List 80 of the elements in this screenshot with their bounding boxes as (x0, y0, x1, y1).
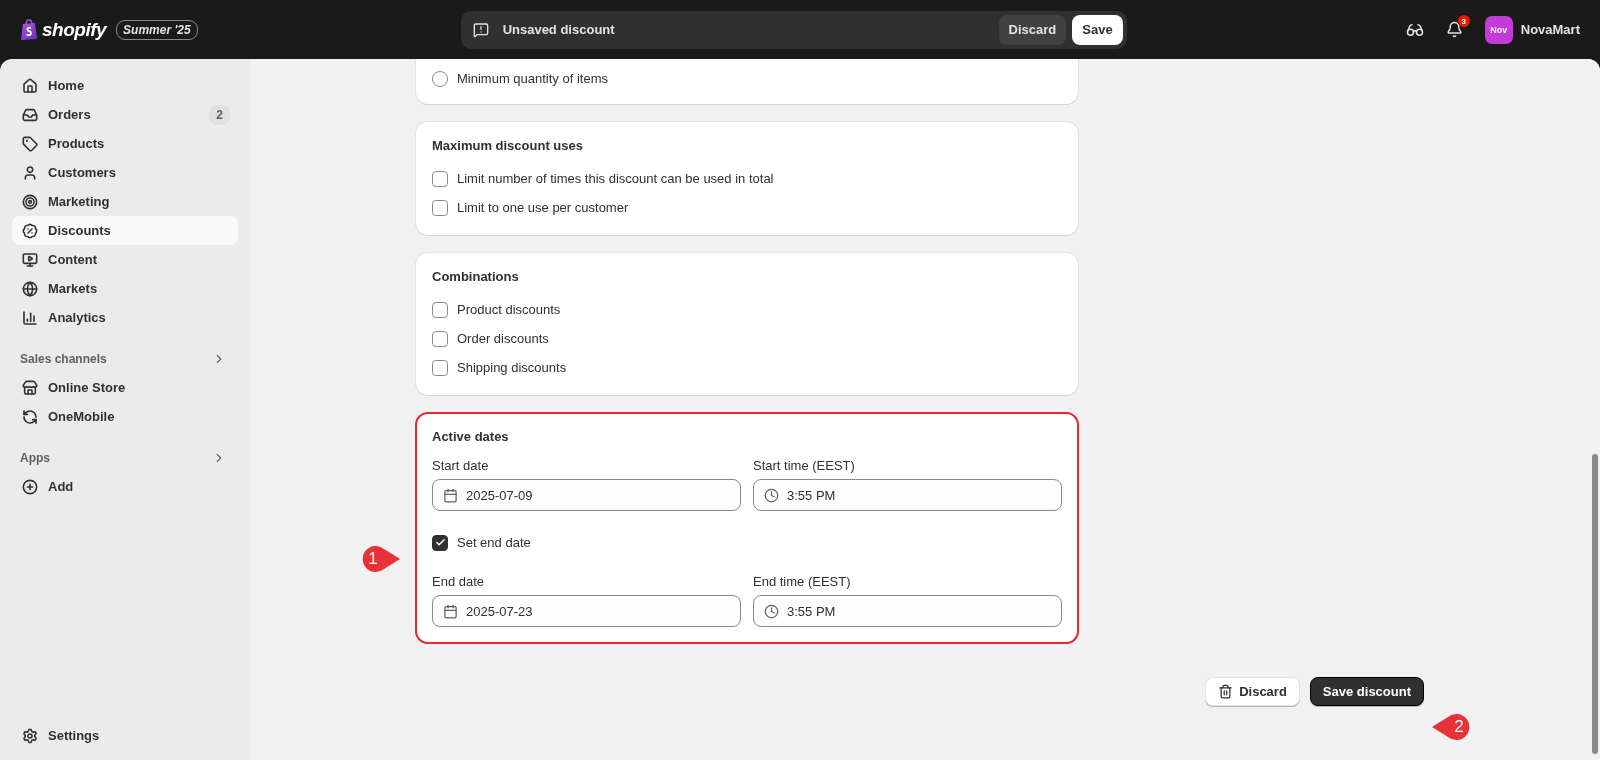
save-button[interactable]: Save (1072, 14, 1123, 45)
checkbox[interactable] (432, 534, 448, 551)
account-name: NovaMart (1520, 22, 1580, 37)
checkmark-icon (434, 537, 446, 548)
count-badge: 2 (209, 104, 230, 125)
option-label: Limit number of times this discount can be used in total (457, 171, 774, 186)
section-header[interactable]: Sales channels (12, 344, 238, 373)
trash-icon (1218, 684, 1234, 699)
sidebar-item[interactable]: Markets (12, 274, 238, 303)
section-header[interactable]: Apps (12, 443, 238, 472)
option-label: Set end date (457, 535, 531, 550)
scrollbar-thumb[interactable] (1592, 454, 1598, 754)
inbox-icon (22, 106, 38, 123)
section-title: Sales channels (20, 351, 107, 366)
person-icon (22, 164, 38, 181)
home-icon (22, 77, 38, 94)
option-label: Minimum quantity of items (457, 71, 608, 86)
sidebar-item[interactable]: Content (12, 245, 238, 274)
date-field[interactable]: 2025-07-23 (432, 595, 741, 627)
save-discount-button[interactable]: Save discount (1309, 677, 1424, 706)
sidebar-item[interactable]: Add (12, 472, 238, 501)
target-icon (22, 193, 38, 210)
brand-name: shopify (42, 18, 107, 41)
field-label: Start date (432, 458, 490, 473)
clock-icon (764, 603, 779, 619)
field-value: 3:55 PM (787, 603, 837, 619)
save-bar-message: Unsaved discount (502, 22, 616, 37)
sidebar-item[interactable]: Marketing (12, 187, 238, 216)
field-value: 2025-07-23 (466, 603, 534, 619)
field-value: 3:55 PM (787, 487, 837, 503)
field-label: End time (EEST) (753, 574, 852, 589)
monitor-icon (22, 251, 38, 268)
sidebar-item[interactable]: Home (12, 71, 238, 100)
field-value: 2025-07-09 (466, 487, 534, 503)
section-title: Apps (20, 450, 50, 465)
checkbox[interactable] (432, 359, 448, 376)
sidebar-item[interactable]: Customers (12, 158, 238, 187)
circular-arrows-icon (22, 408, 38, 425)
sidebar-item[interactable]: Orders 2 (12, 100, 238, 129)
bag-logo-icon (20, 18, 38, 41)
radio-button[interactable] (432, 70, 448, 87)
time-field[interactable]: 3:55 PM (753, 479, 1062, 511)
store-icon (22, 379, 38, 396)
plus-circle-icon (22, 478, 38, 495)
checkbox[interactable] (432, 330, 448, 347)
card-title: Active dates (432, 429, 510, 444)
edition-tag: Summer '25 (116, 19, 198, 40)
option-label: Product discounts (457, 302, 561, 317)
account-avatar[interactable]: Nov (1484, 15, 1513, 44)
time-field[interactable]: 3:55 PM (753, 595, 1062, 627)
clock-icon (764, 487, 779, 503)
field-label: End date (432, 574, 486, 589)
date-field[interactable]: 2025-07-09 (432, 479, 741, 511)
option-label: Limit to one use per customer (457, 200, 629, 215)
tag-icon (22, 135, 38, 152)
discard-button[interactable]: Discard (1205, 677, 1300, 706)
sidebar-item[interactable]: Online Store (12, 373, 238, 402)
bar-chart-icon (22, 309, 38, 326)
card-title: Combinations (432, 269, 520, 284)
sidebar-item[interactable]: Analytics (12, 303, 238, 332)
discard-button[interactable]: Discard (998, 14, 1067, 45)
notification-count: 3 (1457, 15, 1470, 27)
globe-icon (22, 280, 38, 297)
checkbox[interactable] (432, 301, 448, 318)
sidebar-item[interactable]: OneMobile (12, 402, 238, 431)
card-title: Maximum discount uses (432, 138, 584, 153)
checkbox[interactable] (432, 170, 448, 187)
sidebar-item[interactable]: Discounts (12, 216, 238, 245)
percent-badge-icon (22, 222, 38, 239)
option-label: Order discounts (457, 331, 549, 346)
field-label: Start time (EEST) (753, 458, 856, 473)
sidebar-item[interactable]: Products (12, 129, 238, 158)
checkbox[interactable] (432, 199, 448, 216)
settings-icon (22, 727, 38, 744)
calendar-icon (443, 603, 458, 619)
sidebar-item[interactable]: Settings (12, 721, 238, 750)
bell-icon[interactable] (1445, 21, 1463, 38)
option-label: Shipping discounts (457, 360, 567, 375)
alert-icon (472, 21, 489, 38)
calendar-icon (443, 487, 458, 503)
